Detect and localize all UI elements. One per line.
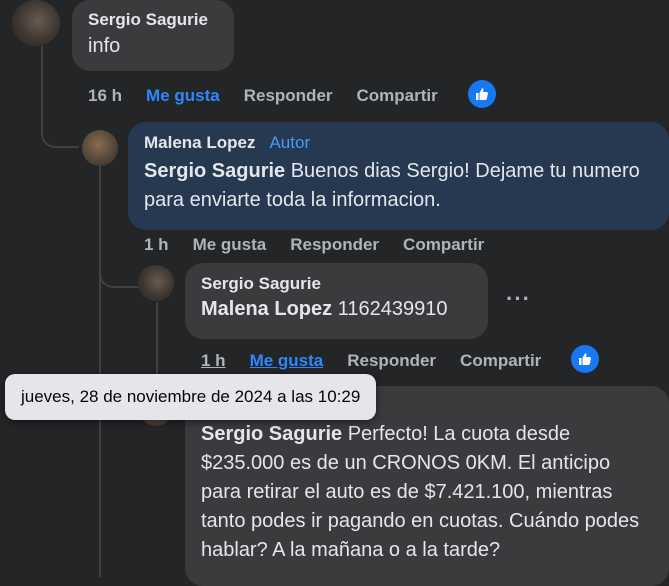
comment-text: Sergio Sagurie Buenos dias Sergio! Dejam…	[144, 157, 653, 215]
share-button[interactable]: Compartir	[357, 86, 438, 106]
like-button[interactable]: Me gusta	[250, 351, 324, 371]
reply-button[interactable]: Responder	[290, 235, 379, 255]
comment-actions: 1 h Me gusta Responder Compartir	[144, 233, 508, 257]
like-reaction-icon[interactable]	[571, 345, 599, 373]
avatar[interactable]	[138, 265, 174, 301]
comment-timestamp[interactable]: 1 h	[144, 235, 169, 255]
thumbs-up-icon	[476, 88, 488, 100]
avatar[interactable]	[82, 130, 118, 166]
comment-text: info	[88, 35, 121, 57]
comment-timestamp[interactable]: 1 h	[201, 351, 226, 371]
mention-link[interactable]: Malena Lopez	[201, 298, 332, 320]
comment-author[interactable]: Sergio Sagurie	[88, 10, 218, 30]
like-button[interactable]: Me gusta	[193, 235, 267, 255]
author-badge: Autor	[263, 131, 317, 155]
comment-author[interactable]: Sergio Sagurie	[201, 274, 472, 294]
timestamp-tooltip: jueves, 28 de noviembre de 2024 a las 10…	[5, 374, 377, 420]
thread-line-4	[156, 302, 158, 382]
reply-button[interactable]: Responder	[347, 351, 436, 371]
thread-line-3	[99, 250, 139, 288]
like-button[interactable]: Me gusta	[146, 86, 220, 106]
comment-actions: 16 h Me gusta Responder Compartir	[88, 84, 462, 108]
comment-text: Sergio Sagurie Perfecto! La cuota desde …	[201, 420, 653, 565]
thumbs-up-icon	[579, 353, 591, 365]
comment-bubble: Malena Lopez Autor Sergio Sagurie Buenos …	[128, 122, 669, 230]
avatar[interactable]	[12, 0, 60, 46]
comment-actions: 1 h Me gusta Responder Compartir	[201, 349, 565, 373]
comment-text: Malena Lopez 1162439910	[201, 295, 472, 324]
comment-author-row: Malena Lopez Autor	[144, 131, 653, 155]
comment-author[interactable]: Malena Lopez	[144, 133, 255, 152]
more-options-icon[interactable]: ···	[506, 286, 531, 312]
comment-bubble: Sergio Sagurie Malena Lopez 1162439910	[185, 263, 488, 339]
share-button[interactable]: Compartir	[460, 351, 541, 371]
mention-link[interactable]: Sergio Sagurie	[144, 160, 285, 182]
like-reaction-icon[interactable]	[468, 80, 496, 108]
reply-button[interactable]: Responder	[244, 86, 333, 106]
comment-bubble: Sergio Sagurie info	[72, 0, 234, 71]
comment-timestamp[interactable]: 16 h	[88, 86, 122, 106]
comment-body: 1162439910	[332, 298, 448, 320]
mention-link[interactable]: Sergio Sagurie	[201, 423, 342, 445]
thread-line-2	[99, 166, 101, 577]
share-button[interactable]: Compartir	[403, 235, 484, 255]
